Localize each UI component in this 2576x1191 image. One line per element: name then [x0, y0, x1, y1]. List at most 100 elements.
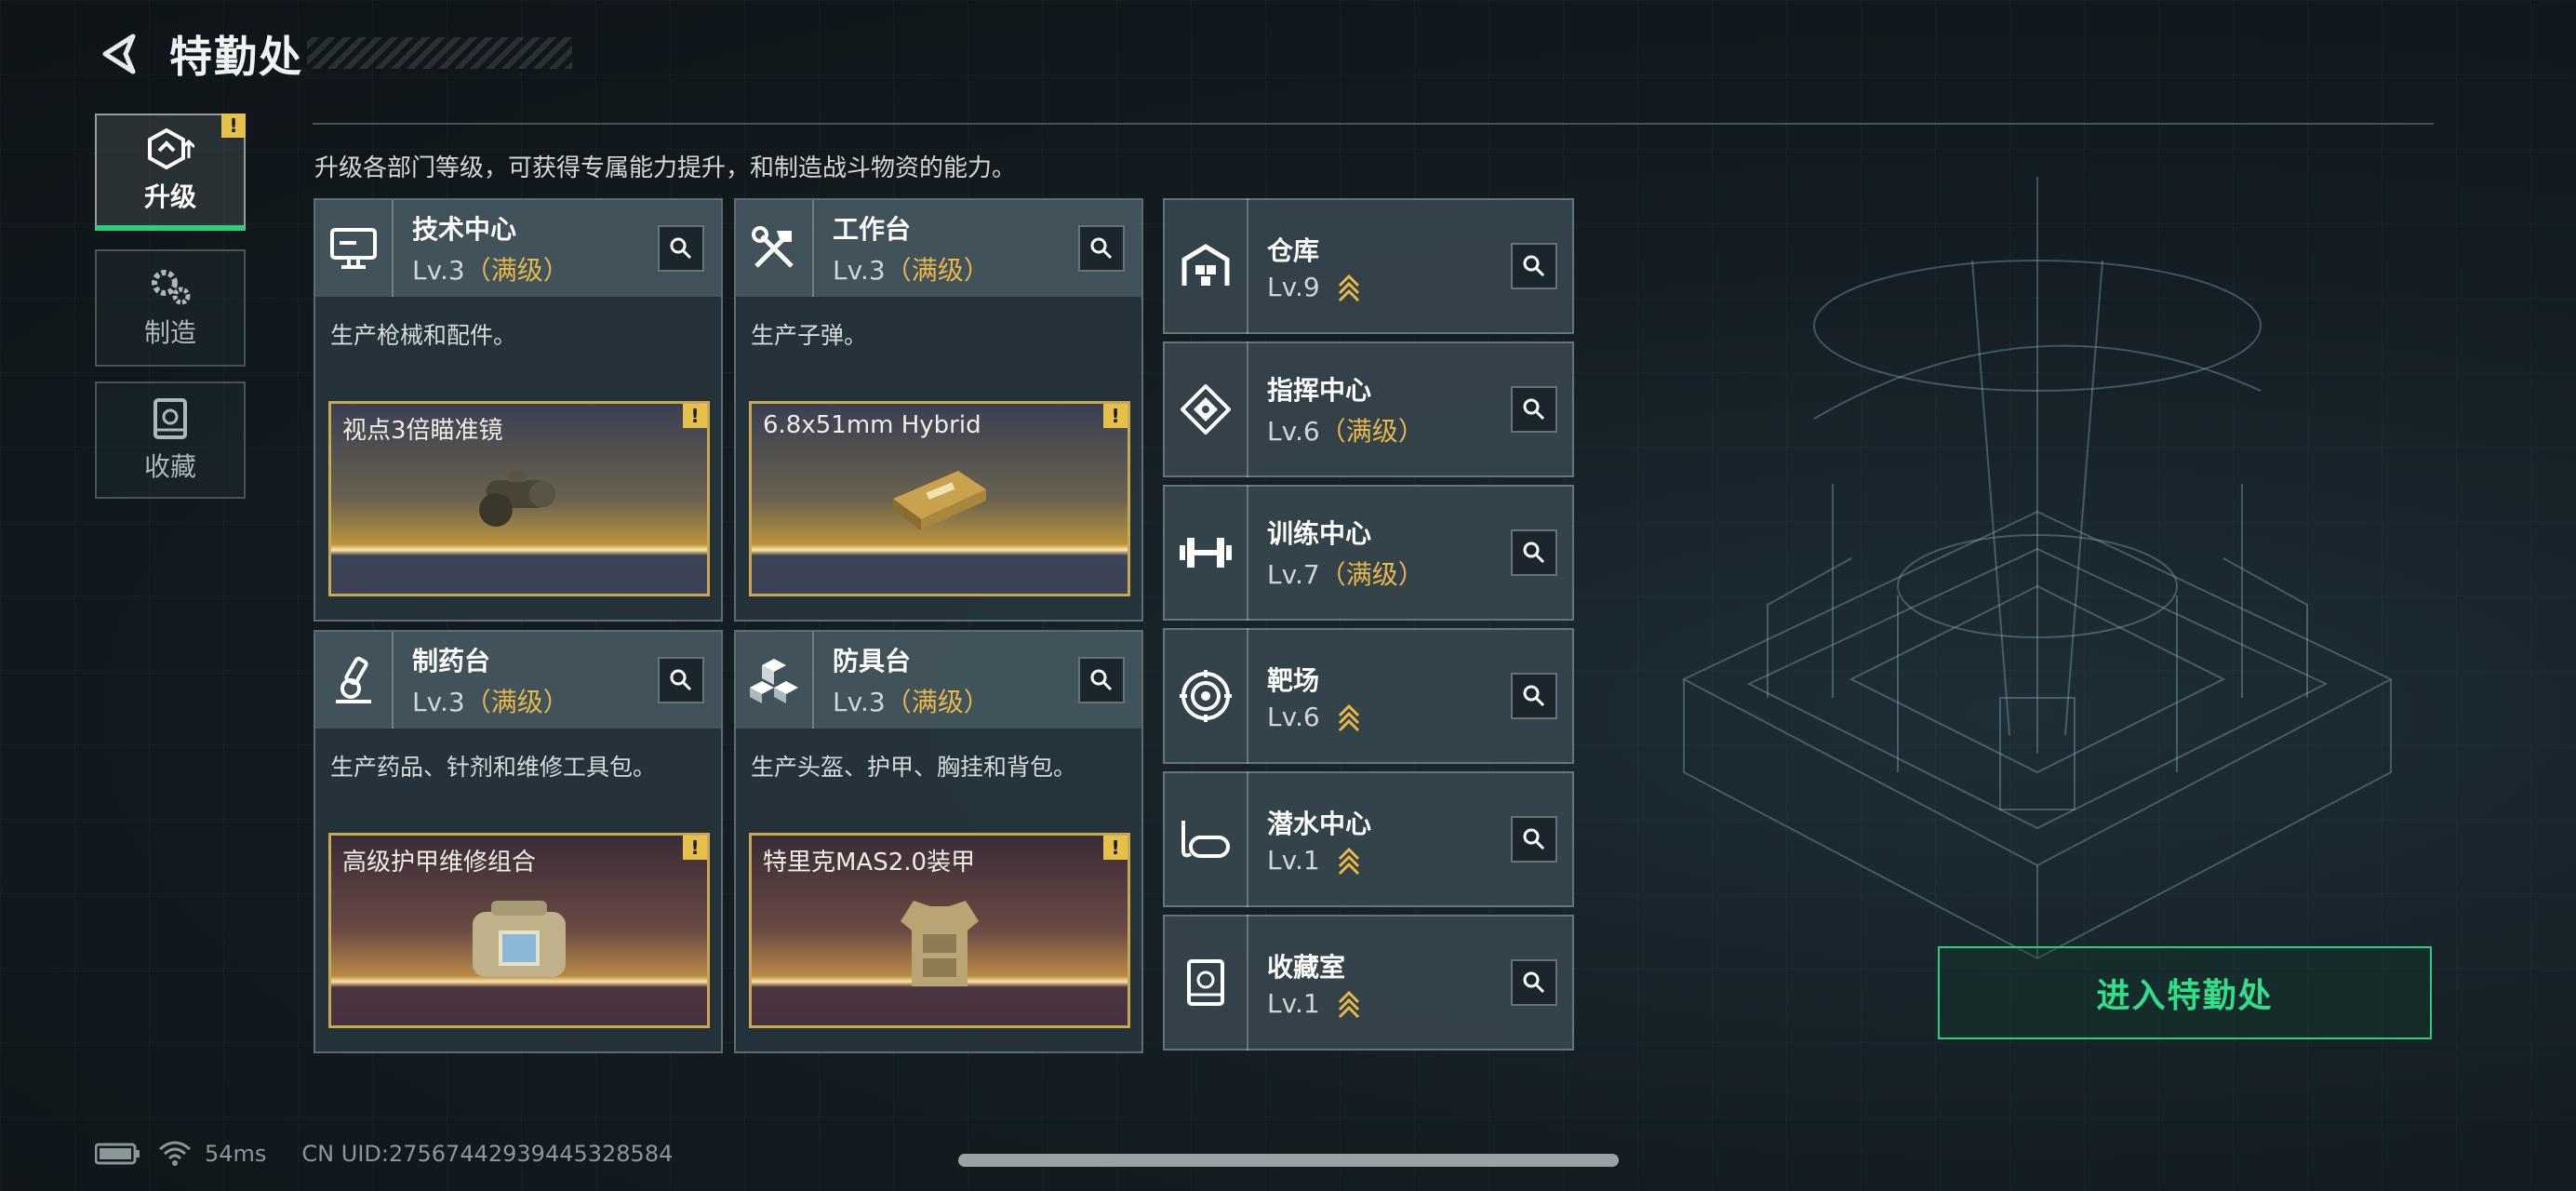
- facility-name: 靶场: [1267, 664, 1320, 696]
- header: 特勤处: [93, 26, 303, 82]
- search-icon: [670, 237, 692, 260]
- search-button[interactable]: [1078, 657, 1125, 703]
- facility-level: Lv.6（满级）: [1267, 416, 1424, 447]
- product-slot[interactable]: 高级护甲维修组合 !: [328, 833, 710, 1028]
- enter-special-ops-button[interactable]: 进入特勤处: [1938, 946, 2432, 1039]
- card-header: 技术中心 Lv.3（满级）: [315, 200, 721, 297]
- facility-level: Lv.6: [1267, 702, 1360, 732]
- card-level: Lv.3（满级）: [412, 255, 569, 286]
- facility-level: Lv.7（满级）: [1267, 559, 1424, 590]
- search-button[interactable]: [1511, 243, 1557, 289]
- facility-name: 指挥中心: [1267, 375, 1372, 406]
- search-button[interactable]: [1511, 673, 1557, 719]
- card-armor-bench[interactable]: 防具台 Lv.3（满级） 生产头盔、护甲、胸挂和背包。 特里克MAS2.0装甲 …: [734, 630, 1143, 1053]
- diving-mask-icon: [1165, 771, 1248, 907]
- upgrade-arrows-icon: [1338, 703, 1359, 731]
- search-icon: [1523, 971, 1545, 994]
- facility-name: 收藏室: [1267, 951, 1346, 983]
- card-name: 制药台: [412, 646, 491, 676]
- upgrade-icon: [148, 127, 194, 170]
- card-level: Lv.3（满级）: [833, 687, 990, 717]
- product-slot[interactable]: 视点3倍瞄准镜 !: [328, 401, 710, 596]
- user-uid: CN UID:27567442939445328584: [301, 1141, 674, 1167]
- product-slot[interactable]: 特里克MAS2.0装甲 !: [749, 833, 1130, 1028]
- card-description: 生产枪械和配件。: [330, 322, 517, 349]
- repair-kit-icon: [473, 901, 566, 977]
- search-icon: [670, 669, 692, 691]
- card-description: 生产子弹。: [751, 322, 868, 349]
- back-button[interactable]: [93, 26, 149, 82]
- product-badge: !: [683, 836, 707, 860]
- card-description: 生产药品、针剂和维修工具包。: [330, 754, 657, 781]
- card-level: Lv.3（满级）: [833, 255, 990, 286]
- card-header: 防具台 Lv.3（满级）: [736, 632, 1141, 729]
- home-indicator[interactable]: [958, 1154, 1619, 1167]
- scope-icon: [479, 471, 555, 527]
- facility-level: Lv.9: [1267, 272, 1360, 302]
- facility-shooting-range[interactable]: 靶场 Lv.6: [1163, 628, 1574, 764]
- product-name: 6.8x51mm Hybrid: [763, 411, 981, 439]
- card-name: 防具台: [833, 646, 912, 676]
- product-slot[interactable]: 6.8x51mm Hybrid !: [749, 401, 1130, 596]
- status-bar: 54ms CN UID:27567442939445328584: [95, 1140, 673, 1168]
- facility-name: 仓库: [1267, 234, 1320, 266]
- collection-icon: [153, 398, 187, 439]
- tab-craft[interactable]: 制造: [95, 249, 246, 367]
- facility-level: Lv.1: [1267, 845, 1371, 876]
- search-icon: [1523, 398, 1545, 421]
- search-button[interactable]: [1511, 529, 1557, 576]
- upgrade-arrows-icon: [1338, 274, 1359, 301]
- monitor-icon: [315, 200, 394, 297]
- search-icon: [1090, 237, 1113, 260]
- card-tech-center[interactable]: 技术中心 Lv.3（满级） 生产枪械和配件。 视点3倍瞄准镜 !: [314, 198, 723, 622]
- product-badge: !: [683, 404, 707, 428]
- tab-upgrade[interactable]: 升级 !: [95, 114, 246, 231]
- facility-level: Lv.1: [1267, 988, 1360, 1019]
- microscope-icon: [315, 632, 394, 729]
- tools-icon: [736, 200, 814, 297]
- divider-line: [313, 123, 2434, 125]
- search-button[interactable]: [658, 657, 704, 703]
- search-icon: [1523, 828, 1545, 850]
- dumbbell-icon: [1165, 485, 1248, 621]
- product-name: 高级护甲维修组合: [342, 849, 537, 877]
- search-button[interactable]: [1511, 959, 1557, 1006]
- card-name: 技术中心: [412, 214, 517, 245]
- card-header: 制药台 Lv.3（满级）: [315, 632, 721, 729]
- facility-name: 训练中心: [1267, 518, 1372, 549]
- gears-icon: [152, 270, 191, 305]
- facility-name: 潜水中心: [1267, 808, 1372, 839]
- card-level: Lv.3（满级）: [412, 687, 569, 717]
- upgrade-arrows-icon: [1338, 990, 1359, 1018]
- search-icon: [1523, 542, 1545, 564]
- facility-collection-room[interactable]: 收藏室 Lv.1: [1163, 915, 1574, 1050]
- search-button[interactable]: [1511, 816, 1557, 863]
- armor-vest-icon: [901, 901, 979, 986]
- facility-training-center[interactable]: 训练中心 Lv.7（满级）: [1163, 485, 1574, 621]
- page-title: 特勤处: [169, 32, 303, 82]
- product-badge: !: [1103, 836, 1128, 860]
- tab-upgrade-label: 升级: [143, 181, 196, 212]
- search-icon: [1523, 255, 1545, 277]
- ammo-box-icon: [893, 471, 986, 530]
- blocks-icon: [736, 632, 814, 729]
- search-button[interactable]: [1078, 225, 1125, 272]
- card-name: 工作台: [833, 214, 912, 245]
- product-name: 视点3倍瞄准镜: [342, 417, 503, 445]
- tab-collection-label: 收藏: [143, 451, 196, 482]
- card-workbench[interactable]: 工作台 Lv.3（满级） 生产子弹。 6.8x51mm Hybrid !: [734, 198, 1143, 622]
- card-header: 工作台 Lv.3（满级）: [736, 200, 1141, 297]
- tab-craft-label: 制造: [143, 317, 196, 348]
- facility-command-center[interactable]: 指挥中心 Lv.6（满级）: [1163, 341, 1574, 477]
- tab-upgrade-badge: !: [221, 114, 246, 138]
- facility-warehouse[interactable]: 仓库 Lv.9: [1163, 198, 1574, 334]
- search-button[interactable]: [658, 225, 704, 272]
- tab-collection[interactable]: 收藏: [95, 381, 246, 499]
- product-name: 特里克MAS2.0装甲: [763, 849, 976, 877]
- card-pharmacy[interactable]: 制药台 Lv.3（满级） 生产药品、针剂和维修工具包。 高级护甲维修组合 !: [314, 630, 723, 1053]
- facility-diving-center[interactable]: 潜水中心 Lv.1: [1163, 771, 1574, 907]
- search-button[interactable]: [1511, 386, 1557, 433]
- wifi-icon: [159, 1141, 191, 1166]
- ping-value: 54ms: [205, 1141, 267, 1167]
- collection-icon: [1165, 915, 1248, 1050]
